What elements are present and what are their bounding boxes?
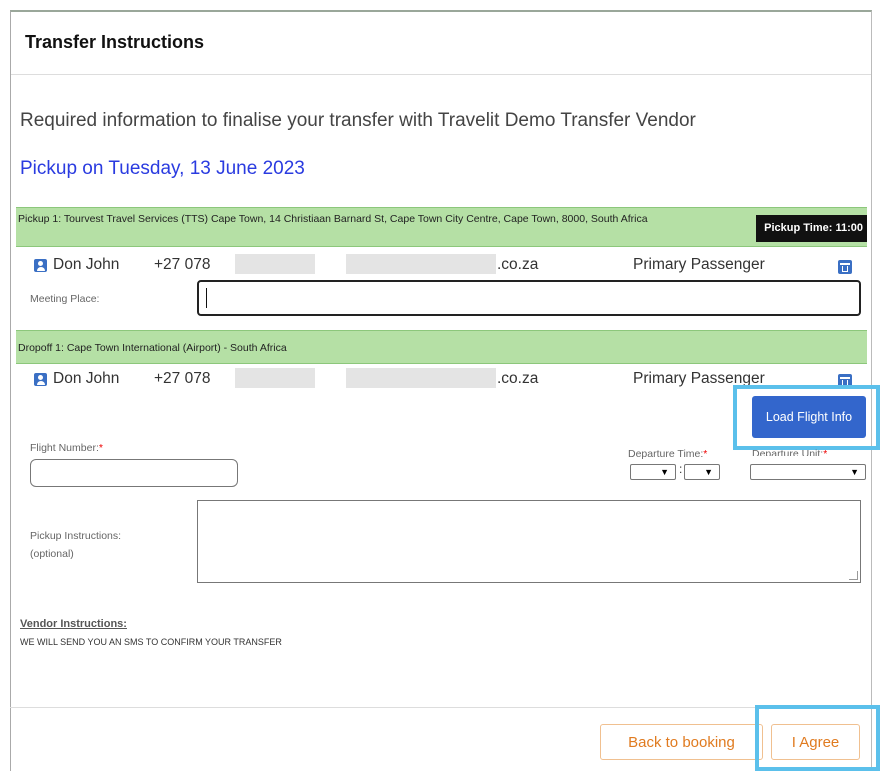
pickup-time-badge: Pickup Time: 11:00 — [756, 215, 867, 242]
back-to-booking-button[interactable]: Back to booking — [600, 724, 763, 760]
dropoff-location: Dropoff 1: Cape Town International (Airp… — [18, 342, 287, 354]
pickup-location: Pickup 1: Tourvest Travel Services (TTS)… — [18, 213, 648, 225]
pickup-instructions-textarea[interactable] — [197, 500, 861, 583]
flight-number-label: Flight Number:* — [30, 442, 103, 454]
pickup-instructions-sublabel: (optional) — [30, 548, 74, 560]
departure-time-label-text: Departure Time: — [628, 448, 704, 460]
departure-minute-select[interactable]: ▼ — [684, 464, 720, 480]
required-marker: * — [823, 448, 828, 456]
departure-unit-select[interactable]: ▼ — [750, 464, 866, 480]
vendor-instructions-text: WE WILL SEND YOU AN SMS TO CONFIRM YOUR … — [20, 637, 282, 647]
modal-header: Transfer Instructions — [11, 12, 871, 75]
meeting-place-input[interactable] — [197, 280, 861, 316]
passenger-role: Primary Passenger — [633, 256, 765, 273]
passenger-phone: +27 078 — [154, 370, 211, 387]
chevron-down-icon: ▼ — [660, 467, 669, 477]
person-icon — [34, 259, 47, 272]
redacted-phone — [235, 368, 315, 388]
departure-unit-label: Departure Unit:* — [752, 448, 827, 456]
trash-icon[interactable] — [838, 260, 852, 274]
departure-time-label: Departure Time:* — [628, 448, 707, 460]
passenger-phone: +27 078 — [154, 256, 211, 273]
redacted-phone — [235, 254, 315, 274]
modal-title: Transfer Instructions — [25, 32, 205, 52]
passenger-email-suffix: .co.za — [497, 256, 539, 273]
highlight-i-agree — [755, 705, 880, 771]
highlight-load-flight — [733, 385, 880, 450]
passenger-name: Don John — [53, 256, 120, 273]
time-separator: : — [679, 462, 683, 476]
redacted-email — [346, 368, 496, 388]
passenger-row-pickup: Don John +27 078 .co.za Primary Passenge… — [16, 254, 867, 280]
passenger-email-suffix: .co.za — [497, 370, 539, 387]
resize-grip-icon[interactable] — [849, 571, 858, 580]
dropoff-bar: Dropoff 1: Cape Town International (Airp… — [16, 330, 867, 364]
footer-divider — [10, 707, 872, 708]
pickup-bar: Pickup 1: Tourvest Travel Services (TTS)… — [16, 207, 867, 247]
meeting-place-label: Meeting Place: — [30, 293, 100, 305]
passenger-name: Don John — [53, 370, 120, 387]
intro-text: Required information to finalise your tr… — [20, 110, 696, 131]
person-icon — [34, 373, 47, 386]
required-marker: * — [703, 448, 708, 460]
pickup-instructions-label: Pickup Instructions: — [30, 530, 122, 542]
departure-hour-select[interactable]: ▼ — [630, 464, 676, 480]
redacted-email — [346, 254, 496, 274]
pickup-date: Pickup on Tuesday, 13 June 2023 — [20, 158, 305, 179]
required-marker: * — [98, 442, 103, 454]
chevron-down-icon: ▼ — [704, 467, 713, 477]
chevron-down-icon: ▼ — [850, 467, 859, 477]
flight-number-input[interactable] — [30, 459, 238, 487]
vendor-instructions-title: Vendor Instructions: — [20, 618, 127, 630]
departure-unit-label-text: Departure Unit: — [752, 448, 824, 456]
flight-number-label-text: Flight Number: — [30, 442, 99, 454]
